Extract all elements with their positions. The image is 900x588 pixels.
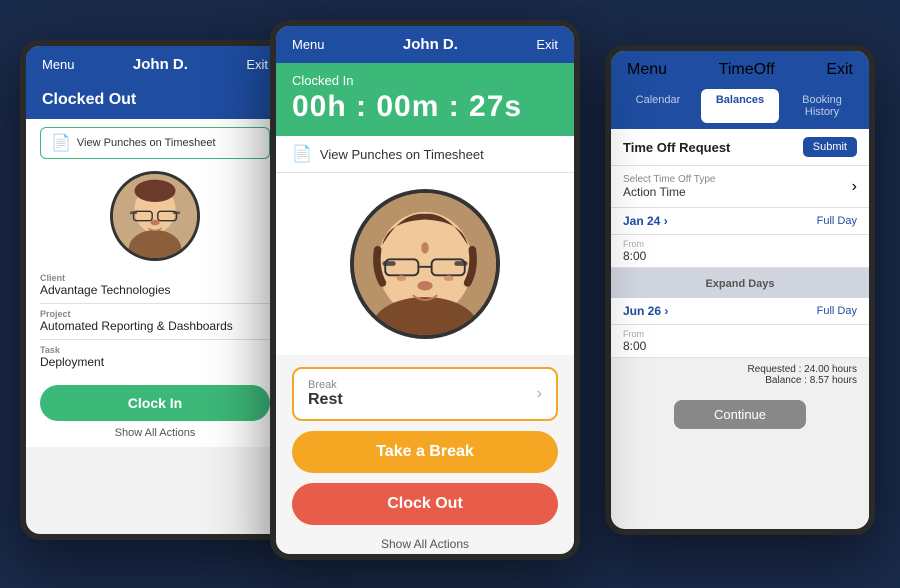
- time-input-row-2: From 8:00: [611, 325, 869, 358]
- break-value: Rest: [308, 391, 343, 409]
- center-avatar-area: [276, 173, 574, 355]
- left-face-svg: [113, 174, 197, 258]
- center-menu-btn[interactable]: Menu: [292, 37, 325, 52]
- left-header-title: John D.: [133, 56, 188, 73]
- left-exit-btn[interactable]: Exit: [246, 57, 268, 72]
- continue-btn-wrap: Continue: [611, 392, 869, 437]
- date-row-1[interactable]: Jan 24 › Full Day: [611, 208, 869, 235]
- tab-balances[interactable]: Balances: [701, 89, 779, 123]
- left-view-punches-text: View Punches on Timesheet: [77, 137, 216, 149]
- left-body: 📄 View Punches on Timesheet: [26, 119, 284, 447]
- left-client-label: Client: [40, 273, 270, 283]
- continue-button[interactable]: Continue: [674, 400, 806, 429]
- right-tabs: Calendar Balances Booking History: [611, 89, 869, 129]
- time-from-val-1[interactable]: 8:00: [623, 249, 857, 263]
- left-task-value: Deployment: [40, 355, 270, 369]
- center-avatar: [350, 189, 500, 339]
- date-row-2[interactable]: Jun 26 › Full Day: [611, 298, 869, 325]
- submit-button[interactable]: Submit: [803, 137, 857, 157]
- tab-booking-history[interactable]: Booking History: [783, 89, 861, 123]
- left-menu-btn[interactable]: Menu: [42, 57, 75, 72]
- left-avatar-area: [40, 171, 270, 261]
- type-value: Action Time: [623, 185, 715, 199]
- left-client-value: Advantage Technologies: [40, 283, 270, 297]
- center-header: Menu John D. Exit: [276, 26, 574, 63]
- tab-calendar[interactable]: Calendar: [619, 89, 697, 123]
- left-view-punches[interactable]: 📄 View Punches on Timesheet: [40, 127, 270, 159]
- break-row[interactable]: Break Rest ›: [292, 367, 558, 421]
- right-menu-btn[interactable]: Menu: [627, 61, 667, 79]
- left-task-section: Task Deployment: [40, 345, 270, 369]
- right-tablet: Menu TimeOff Exit Calendar Balances Book…: [605, 45, 875, 535]
- clock-in-button[interactable]: Clock In: [40, 385, 270, 421]
- right-header: Menu TimeOff Exit: [611, 51, 869, 89]
- center-face-svg: [354, 193, 496, 335]
- type-chevron-icon: ›: [852, 178, 857, 196]
- time-from-label-2: From: [623, 329, 857, 339]
- left-show-all[interactable]: Show All Actions: [40, 427, 270, 439]
- time-from-val-2[interactable]: 8:00: [623, 339, 857, 353]
- left-project-value: Automated Reporting & Dashboards: [40, 319, 270, 333]
- time-from-label-1: From: [623, 239, 857, 249]
- center-status-bar: Clocked In 00h : 00m : 27s: [276, 63, 574, 136]
- right-header-title: TimeOff: [719, 61, 775, 79]
- right-body: Time Off Request Submit Select Time Off …: [611, 129, 869, 527]
- date-2: Jun 26 ›: [623, 304, 668, 318]
- summary-row: Requested : 24.00 hours Balance : 8.57 h…: [611, 358, 869, 392]
- center-tablet: Menu John D. Exit Clocked In 00h : 00m :…: [270, 20, 580, 560]
- center-view-punches[interactable]: 📄 View Punches on Timesheet: [276, 136, 574, 173]
- center-doc-icon: 📄: [292, 144, 312, 164]
- left-task-label: Task: [40, 345, 270, 355]
- request-header: Time Off Request Submit: [611, 129, 869, 166]
- request-title: Time Off Request: [623, 140, 730, 155]
- center-status-label: Clocked In: [292, 73, 558, 88]
- center-header-title: John D.: [403, 36, 458, 53]
- chevron-right-icon: ›: [537, 385, 542, 403]
- requested-text: Requested : 24.00 hours: [623, 364, 857, 375]
- type-label: Select Time Off Type: [623, 174, 715, 185]
- right-exit-btn[interactable]: Exit: [826, 61, 853, 79]
- left-avatar: [110, 171, 200, 261]
- center-exit-btn[interactable]: Exit: [536, 37, 558, 52]
- left-header: Menu John D. Exit: [26, 46, 284, 83]
- time-input-row-1: From 8:00: [611, 235, 869, 268]
- take-break-button[interactable]: Take a Break: [292, 431, 558, 473]
- center-bottom-area: Break Rest › Take a Break Clock Out Show…: [276, 355, 574, 560]
- left-status-label: Clocked Out: [42, 91, 268, 109]
- doc-icon: 📄: [51, 133, 71, 153]
- left-project-section: Project Automated Reporting & Dashboards: [40, 309, 270, 333]
- full-day-1: Full Day: [817, 215, 857, 227]
- center-show-all[interactable]: Show All Actions: [292, 533, 558, 555]
- left-status-bar: Clocked Out: [26, 83, 284, 119]
- break-label: Break: [308, 379, 343, 391]
- date-1: Jan 24 ›: [623, 214, 668, 228]
- balance-text: Balance : 8.57 hours: [623, 375, 857, 386]
- type-row[interactable]: Select Time Off Type Action Time ›: [611, 166, 869, 208]
- left-tablet: Menu John D. Exit Clocked Out 📄 View Pun…: [20, 40, 290, 540]
- expand-bar[interactable]: Expand Days: [611, 268, 869, 298]
- center-view-punches-text: View Punches on Timesheet: [320, 147, 484, 162]
- left-client-section: Client Advantage Technologies: [40, 273, 270, 297]
- left-project-label: Project: [40, 309, 270, 319]
- center-time-display: 00h : 00m : 27s: [292, 90, 558, 124]
- full-day-2: Full Day: [817, 305, 857, 317]
- expand-label: Expand Days: [705, 278, 774, 290]
- clock-out-button[interactable]: Clock Out: [292, 483, 558, 525]
